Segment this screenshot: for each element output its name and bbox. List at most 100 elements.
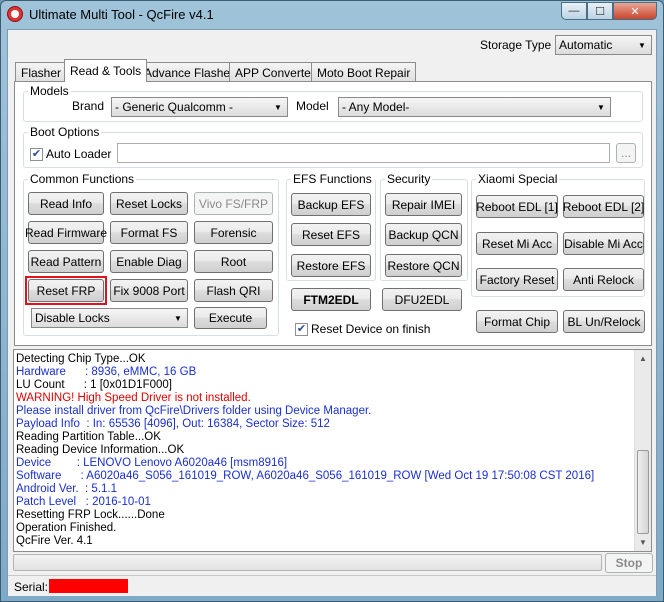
disable-mi-acc-button[interactable]: Disable Mi Acc xyxy=(563,232,644,255)
auto-loader-checkbox[interactable]: ✔ xyxy=(30,148,43,161)
log-lines: Detecting Chip Type...OK Hardware : 8936,… xyxy=(16,353,594,548)
chevron-down-icon: ▼ xyxy=(597,102,605,112)
log-output[interactable]: Detecting Chip Type...OK Hardware : 8936,… xyxy=(13,349,652,552)
tab-flasher[interactable]: Flasher xyxy=(15,62,68,82)
brand-select[interactable]: - Generic Qualcomm - ▼ xyxy=(111,97,288,117)
format-fs-button[interactable]: Format FS xyxy=(110,221,188,244)
common-functions-group: Common Functions Read Info Reset Locks V… xyxy=(23,172,279,336)
chevron-down-icon: ▼ xyxy=(638,40,646,50)
locks-select-value: Disable Locks xyxy=(35,311,110,325)
log-line: Reading Partition Table...OK xyxy=(16,431,161,443)
log-line: Resetting FRP Lock......Done xyxy=(16,509,165,521)
backup-efs-button[interactable]: Backup EFS xyxy=(291,193,371,216)
tab-read-tools[interactable]: Read & Tools xyxy=(64,59,148,82)
loader-path-input[interactable] xyxy=(117,143,610,163)
log-line: QcFire Ver. 4.1 xyxy=(16,535,93,547)
efs-functions-group: EFS Functions Backup EFS Reset EFS Resto… xyxy=(286,172,376,281)
reset-mi-acc-button[interactable]: Reset Mi Acc xyxy=(476,232,558,255)
log-line: Software : A6020a46_S056_161019_ROW, A60… xyxy=(16,470,595,482)
forensic-button[interactable]: Forensic xyxy=(194,221,273,244)
bl-unrelock-button[interactable]: BL Un/Relock xyxy=(563,310,645,333)
xiaomi-special-title: Xiaomi Special xyxy=(476,172,560,186)
fix-9008-port-button[interactable]: Fix 9008 Port xyxy=(110,279,188,302)
log-line: WARNING! High Speed Driver is not instal… xyxy=(16,392,251,404)
dfu2edl-button[interactable]: DFU2EDL xyxy=(382,288,462,311)
vivo-fs-frp-button[interactable]: Vivo FS/FRP xyxy=(194,192,273,215)
model-select[interactable]: - Any Model- ▼ xyxy=(338,97,611,117)
window-title: Ultimate Multi Tool - QcFire v4.1 xyxy=(29,7,214,22)
window-controls: — ☐ ✕ xyxy=(561,2,657,20)
title-bar[interactable]: Ultimate Multi Tool - QcFire v4.1 — ☐ ✕ xyxy=(1,1,663,29)
boot-options-group: Boot Options ✔ Auto Loader ... xyxy=(23,125,643,168)
execute-button[interactable]: Execute xyxy=(194,307,267,329)
reset-locks-button[interactable]: Reset Locks xyxy=(110,192,188,215)
reboot-edl-2-button[interactable]: Reboot EDL [2] xyxy=(563,195,644,218)
brand-value: - Generic Qualcomm - xyxy=(115,100,234,114)
stop-button[interactable]: Stop xyxy=(605,553,653,573)
storage-type-value: Automatic xyxy=(559,38,613,52)
brand-label: Brand xyxy=(72,99,105,113)
progress-bar xyxy=(13,554,602,571)
root-button[interactable]: Root xyxy=(194,250,273,273)
log-line: Hardware : 8936, eMMC, 16 GB xyxy=(16,366,197,378)
restore-qcn-button[interactable]: Restore QCN xyxy=(385,254,462,277)
flash-qri-button[interactable]: Flash QRI xyxy=(194,279,273,302)
reset-frp-button[interactable]: Reset FRP xyxy=(28,279,104,302)
tab-advance-flasher[interactable]: Advance Flasher xyxy=(138,62,241,82)
browse-loader-button[interactable]: ... xyxy=(616,143,636,163)
model-value: - Any Model- xyxy=(342,100,410,114)
repair-imei-button[interactable]: Repair IMEI xyxy=(385,193,462,216)
chevron-down-icon: ▼ xyxy=(274,102,282,112)
model-label: Model xyxy=(296,99,329,113)
read-pattern-button[interactable]: Read Pattern xyxy=(28,250,104,273)
reboot-edl-1-button[interactable]: Reboot EDL [1] xyxy=(476,195,558,218)
format-chip-button[interactable]: Format Chip xyxy=(476,310,558,333)
enable-diag-button[interactable]: Enable Diag xyxy=(110,250,188,273)
storage-type-label: Storage Type xyxy=(480,38,552,52)
chevron-down-icon: ▼ xyxy=(174,313,182,323)
common-functions-title: Common Functions xyxy=(28,172,137,186)
ftm2edl-button[interactable]: FTM2EDL xyxy=(291,288,371,311)
read-info-button[interactable]: Read Info xyxy=(28,192,104,215)
auto-loader-label: Auto Loader xyxy=(46,147,112,161)
log-line: Android Ver. : 5.1.1 xyxy=(16,483,118,495)
locks-select[interactable]: Disable Locks ▼ xyxy=(31,308,188,328)
storage-type-select[interactable]: Automatic ▼ xyxy=(555,35,652,55)
security-group: Security Repair IMEI Backup QCN Restore … xyxy=(380,172,468,281)
read-firmware-button[interactable]: Read Firmware xyxy=(25,221,107,244)
close-button[interactable]: ✕ xyxy=(613,2,657,20)
tab-moto-boot-repair[interactable]: Moto Boot Repair xyxy=(311,62,417,82)
reset-device-checkbox[interactable]: ✔ xyxy=(295,323,308,336)
restore-efs-button[interactable]: Restore EFS xyxy=(291,254,371,277)
reset-device-label: Reset Device on finish xyxy=(311,322,431,336)
models-group: Models Brand - Generic Qualcomm - ▼ Mode… xyxy=(23,84,643,122)
log-line: Patch Level : 2016-10-01 xyxy=(16,496,151,508)
models-group-title: Models xyxy=(28,84,71,98)
maximize-button[interactable]: ☐ xyxy=(587,2,613,20)
reset-efs-button[interactable]: Reset EFS xyxy=(291,223,371,246)
xiaomi-special-group: Xiaomi Special Reboot EDL [1] Reboot EDL… xyxy=(471,172,645,297)
serial-redacted xyxy=(49,579,128,593)
read-tools-panel: Models Brand - Generic Qualcomm - ▼ Mode… xyxy=(14,81,652,346)
serial-label: Serial: xyxy=(14,580,49,594)
log-scrollbar[interactable]: ▲ ▼ xyxy=(634,350,651,551)
client-area: Storage Type Automatic ▼ Flasher Read & … xyxy=(7,29,657,596)
log-line: Reading Device Information...OK xyxy=(16,444,185,456)
scroll-down-icon[interactable]: ▼ xyxy=(635,534,651,551)
log-line: Device : LENOVO Lenovo A6020a46 [msm8916… xyxy=(16,457,288,469)
backup-qcn-button[interactable]: Backup QCN xyxy=(385,223,462,246)
scroll-thumb[interactable] xyxy=(637,450,649,534)
factory-reset-button[interactable]: Factory Reset xyxy=(476,268,558,291)
app-window: Ultimate Multi Tool - QcFire v4.1 — ☐ ✕ … xyxy=(0,0,664,602)
efs-functions-title: EFS Functions xyxy=(291,172,374,186)
status-bar: Serial: xyxy=(8,575,656,596)
tab-app-converter[interactable]: APP Converter xyxy=(229,62,321,82)
boot-options-title: Boot Options xyxy=(28,125,102,139)
log-line: Operation Finished. xyxy=(16,522,117,534)
log-line: Payload Info : In: 65536 [4096], Out: 16… xyxy=(16,418,330,430)
app-logo-icon xyxy=(7,6,23,22)
scroll-up-icon[interactable]: ▲ xyxy=(635,350,651,367)
anti-relock-button[interactable]: Anti Relock xyxy=(563,268,644,291)
minimize-button[interactable]: — xyxy=(561,2,587,20)
log-line: LU Count : 1 [0x01D1F000] xyxy=(16,379,172,391)
